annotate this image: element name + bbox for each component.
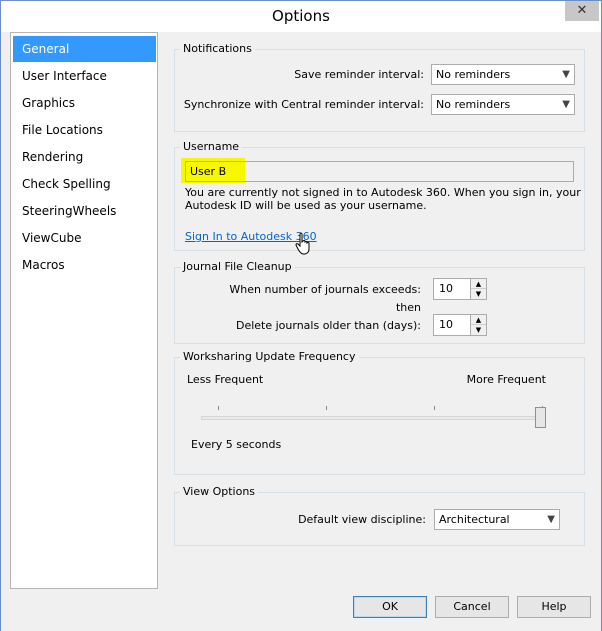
journal-then-label: then: [395, 301, 421, 314]
worksharing-group: Worksharing Update Frequency Less Freque…: [174, 350, 585, 475]
view-options-group-title: View Options: [180, 485, 259, 498]
chevron-down-icon: ▼: [562, 69, 570, 80]
username-group: Username User B You are currently not si…: [174, 140, 585, 255]
journal-delete-spinner[interactable]: 10 ▲ ▼: [433, 314, 487, 336]
sidebar-item-general[interactable]: General: [13, 36, 156, 62]
spin-up-icon[interactable]: ▲: [471, 315, 486, 325]
signin-info-line2: Autodesk ID will be used as your usernam…: [185, 199, 427, 212]
more-frequent-label: More Frequent: [466, 373, 546, 386]
options-sidebar: General User Interface Graphics File Loc…: [10, 32, 158, 589]
close-button[interactable]: ✕: [565, 1, 599, 21]
spin-down-icon[interactable]: ▼: [471, 325, 486, 335]
spin-up-icon[interactable]: ▲: [471, 279, 486, 289]
journal-exceeds-label: When number of journals exceeds:: [229, 283, 421, 296]
sidebar-item-steeringwheels[interactable]: SteeringWheels: [13, 198, 156, 224]
notifications-group-title: Notifications: [180, 42, 255, 55]
options-content: Notifications Save reminder interval: No…: [164, 32, 594, 589]
sidebar-item-check-spelling[interactable]: Check Spelling: [13, 171, 156, 197]
slider-tick: [434, 406, 435, 410]
chevron-down-icon: ▼: [562, 99, 570, 110]
window-title: Options: [272, 7, 330, 25]
sync-reminder-select[interactable]: No reminders ▼: [431, 94, 575, 115]
update-frequency-status: Every 5 seconds: [191, 438, 282, 451]
sidebar-item-viewcube[interactable]: ViewCube: [13, 225, 156, 251]
save-reminder-label: Save reminder interval:: [294, 68, 424, 81]
ok-button[interactable]: OK: [353, 596, 427, 618]
notifications-group: Notifications Save reminder interval: No…: [174, 42, 585, 132]
sidebar-item-user-interface[interactable]: User Interface: [13, 63, 156, 89]
username-group-title: Username: [180, 140, 243, 153]
dialog-button-bar: OK Cancel Help: [1, 591, 601, 631]
less-frequent-label: Less Frequent: [187, 373, 264, 386]
sync-reminder-label: Synchronize with Central reminder interv…: [183, 98, 424, 111]
view-options-group: View Options Default view discipline: Ar…: [174, 485, 585, 546]
sidebar-item-rendering[interactable]: Rendering: [13, 144, 156, 170]
journal-group: Journal File Cleanup When number of jour…: [174, 260, 585, 344]
sync-reminder-value: No reminders: [436, 98, 511, 111]
sidebar-item-file-locations[interactable]: File Locations: [13, 117, 156, 143]
title-bar: Options ✕: [1, 1, 601, 32]
sidebar-item-macros[interactable]: Macros: [13, 252, 156, 278]
journal-exceeds-value: 10: [439, 282, 453, 295]
save-reminder-select[interactable]: No reminders ▼: [431, 64, 575, 85]
save-reminder-value: No reminders: [436, 68, 511, 81]
cancel-button[interactable]: Cancel: [435, 596, 509, 618]
view-discipline-value: Architectural: [439, 513, 510, 526]
signin-info-line1: You are currently not signed in to Autod…: [185, 186, 581, 199]
slider-track[interactable]: [201, 416, 546, 420]
username-input[interactable]: User B: [185, 161, 574, 182]
username-value: User B: [190, 165, 227, 178]
slider-tick: [218, 406, 219, 410]
options-dialog: Options ✕ General User Interface Graphic…: [0, 0, 602, 631]
help-button[interactable]: Help: [517, 596, 591, 618]
spin-down-icon[interactable]: ▼: [471, 289, 486, 299]
view-discipline-select[interactable]: Architectural ▼: [434, 509, 560, 530]
slider-thumb[interactable]: [535, 407, 546, 428]
worksharing-group-title: Worksharing Update Frequency: [180, 350, 359, 363]
journal-delete-label: Delete journals older than (days):: [235, 319, 421, 332]
journal-group-title: Journal File Cleanup: [180, 260, 295, 273]
hand-cursor-icon: [295, 232, 310, 255]
view-discipline-label: Default view discipline:: [298, 513, 426, 526]
slider-tick: [326, 406, 327, 410]
sidebar-item-graphics[interactable]: Graphics: [13, 90, 156, 116]
close-icon: ✕: [576, 3, 588, 18]
journal-delete-value: 10: [439, 318, 453, 331]
journal-exceeds-spinner[interactable]: 10 ▲ ▼: [433, 278, 487, 300]
chevron-down-icon: ▼: [547, 514, 555, 525]
